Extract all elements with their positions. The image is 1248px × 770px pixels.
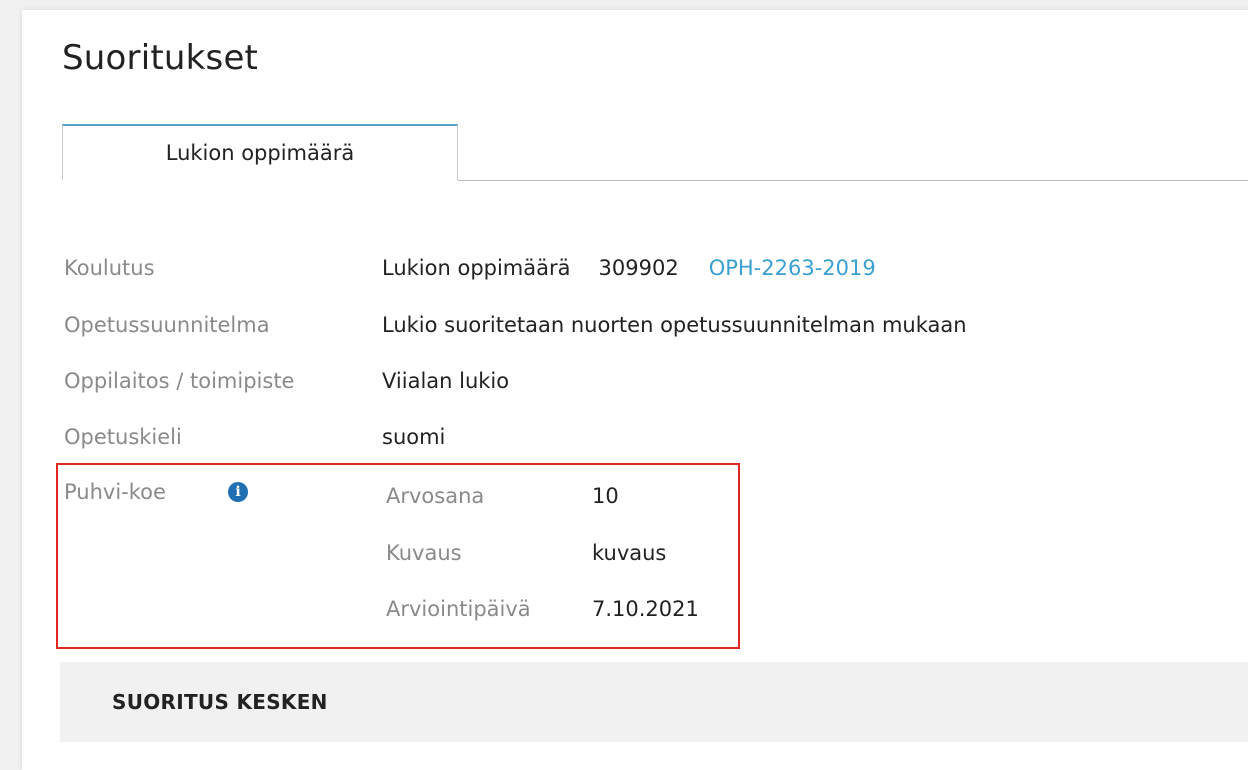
tab-bar-divider bbox=[458, 180, 1248, 181]
page-title: Suoritukset bbox=[62, 38, 259, 78]
oppilaitos-label: Oppilaitos / toimipiste bbox=[64, 369, 295, 393]
oppilaitos-value: Viialan lukio bbox=[382, 369, 510, 393]
kuvaus-value: kuvaus bbox=[592, 541, 667, 565]
arviointipaiva-label: Arviointipäivä bbox=[386, 597, 531, 621]
arviointipaiva-value: 7.10.2021 bbox=[592, 597, 699, 621]
koulutus-code: 309902 bbox=[598, 256, 679, 280]
opetussuunnitelma-value: Lukio suoritetaan nuorten opetussuunnite… bbox=[382, 313, 967, 337]
kuvaus-label: Kuvaus bbox=[386, 541, 462, 565]
info-circle-icon[interactable]: i bbox=[228, 482, 248, 502]
tab-lukion-oppimaara[interactable]: Lukion oppimäärä bbox=[62, 124, 458, 180]
arvosana-value: 10 bbox=[592, 484, 619, 508]
opetuskieli-label: Opetuskieli bbox=[64, 425, 182, 449]
suoritukset-panel: Suoritukset Lukion oppimäärä Koulutus Lu… bbox=[22, 10, 1248, 770]
diaarinumero-link[interactable]: OPH-2263-2019 bbox=[709, 256, 876, 280]
status-bar: SUORITUS KESKEN bbox=[60, 662, 1248, 742]
status-text: SUORITUS KESKEN bbox=[112, 690, 328, 714]
puhvi-koe-label: Puhvi-koe bbox=[64, 480, 166, 504]
opetussuunnitelma-label: Opetussuunnitelma bbox=[64, 313, 270, 337]
koulutus-value: Lukion oppimäärä 309902 OPH-2263-2019 bbox=[382, 254, 876, 282]
arvosana-label: Arvosana bbox=[386, 484, 485, 508]
koulutus-name: Lukion oppimäärä bbox=[382, 256, 571, 280]
opetuskieli-value: suomi bbox=[382, 425, 446, 449]
koulutus-label: Koulutus bbox=[64, 256, 155, 280]
